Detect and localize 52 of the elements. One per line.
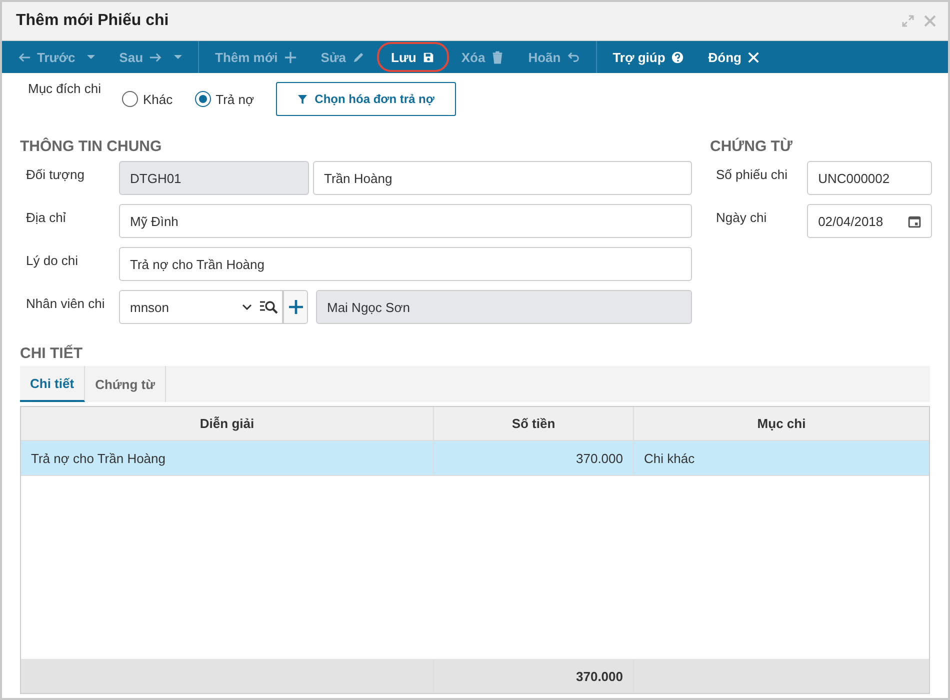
field-label: Ngày chi [715, 209, 768, 225]
tab[interactable]: Chi tiết [20, 366, 86, 402]
table-cell: Trả nợ cho Trần Hoàng [21, 441, 434, 475]
help-icon [671, 50, 684, 64]
input-field[interactable]: Trần Hoàng [313, 161, 692, 195]
input-field[interactable]: Mai Ngọc Sơn [316, 290, 692, 324]
section-title: CHỨNG TỪ [709, 136, 794, 157]
add-button[interactable] [283, 290, 308, 324]
input-field[interactable]: Trả nợ cho Trần Hoàng [119, 247, 692, 281]
undo-icon [566, 50, 580, 64]
toolbar-button[interactable]: Đóng [696, 42, 772, 72]
filter-icon [298, 94, 307, 104]
section-title: THÔNG TIN CHUNG [19, 136, 163, 157]
tab[interactable]: Chứng từ [85, 366, 166, 402]
table-cell-text: Chi khác [643, 450, 696, 468]
chevron-down-icon [242, 304, 252, 310]
column-header[interactable]: Mục chi [634, 407, 929, 440]
input-field[interactable]: DTGH01 [119, 161, 309, 195]
choose-invoice-button[interactable]: Chọn hóa đơn trả nợ [276, 82, 456, 116]
arrow-left-icon [18, 50, 31, 64]
pencil-icon [352, 50, 366, 64]
save-icon [422, 50, 436, 64]
field-label: Mục đích chi [27, 80, 102, 96]
column-header[interactable]: Diễn giải [21, 407, 434, 440]
column-header[interactable]: Số tiền [434, 407, 634, 440]
plus-icon [288, 300, 302, 314]
caret-icon [87, 55, 96, 59]
calendar-icon [908, 214, 921, 228]
close-icon [747, 50, 760, 64]
input-field[interactable]: UNC000002 [807, 161, 932, 195]
window-title: Thêm mới Phiếu chi [16, 12, 169, 30]
total-cell: 370.000 [434, 659, 634, 693]
field-label: Địa chỉ [25, 209, 67, 225]
arrow-right-icon [149, 50, 162, 64]
table-row[interactable]: Trả nợ cho Trần Hoàng 370.000 Chi khác [21, 441, 929, 476]
toolbar-button[interactable]: Lưu [377, 42, 450, 72]
plus-icon [284, 50, 297, 64]
field-label: Nhân viên chi [25, 295, 106, 311]
field-label: Số phiếu chi [715, 166, 789, 182]
table-cell: 370.000 [434, 441, 634, 475]
caret-icon [174, 55, 182, 59]
input-field[interactable]: Mỹ Đình [119, 204, 692, 238]
trash-icon [491, 50, 504, 64]
radio-option[interactable]: Khác [122, 91, 173, 107]
toolbar-button[interactable]: Trợ giúp [600, 42, 696, 72]
field-label: Lý do chi [25, 252, 80, 268]
date-field[interactable]: 02/04/2018 [807, 204, 932, 238]
search-icon[interactable] [260, 300, 278, 314]
section-title: CHI TIẾT [19, 344, 84, 364]
field-label: Đối tượng [25, 166, 86, 182]
radio-option[interactable]: Trả nợ [194, 91, 254, 107]
dropdown-field[interactable]: mnson [119, 290, 283, 324]
